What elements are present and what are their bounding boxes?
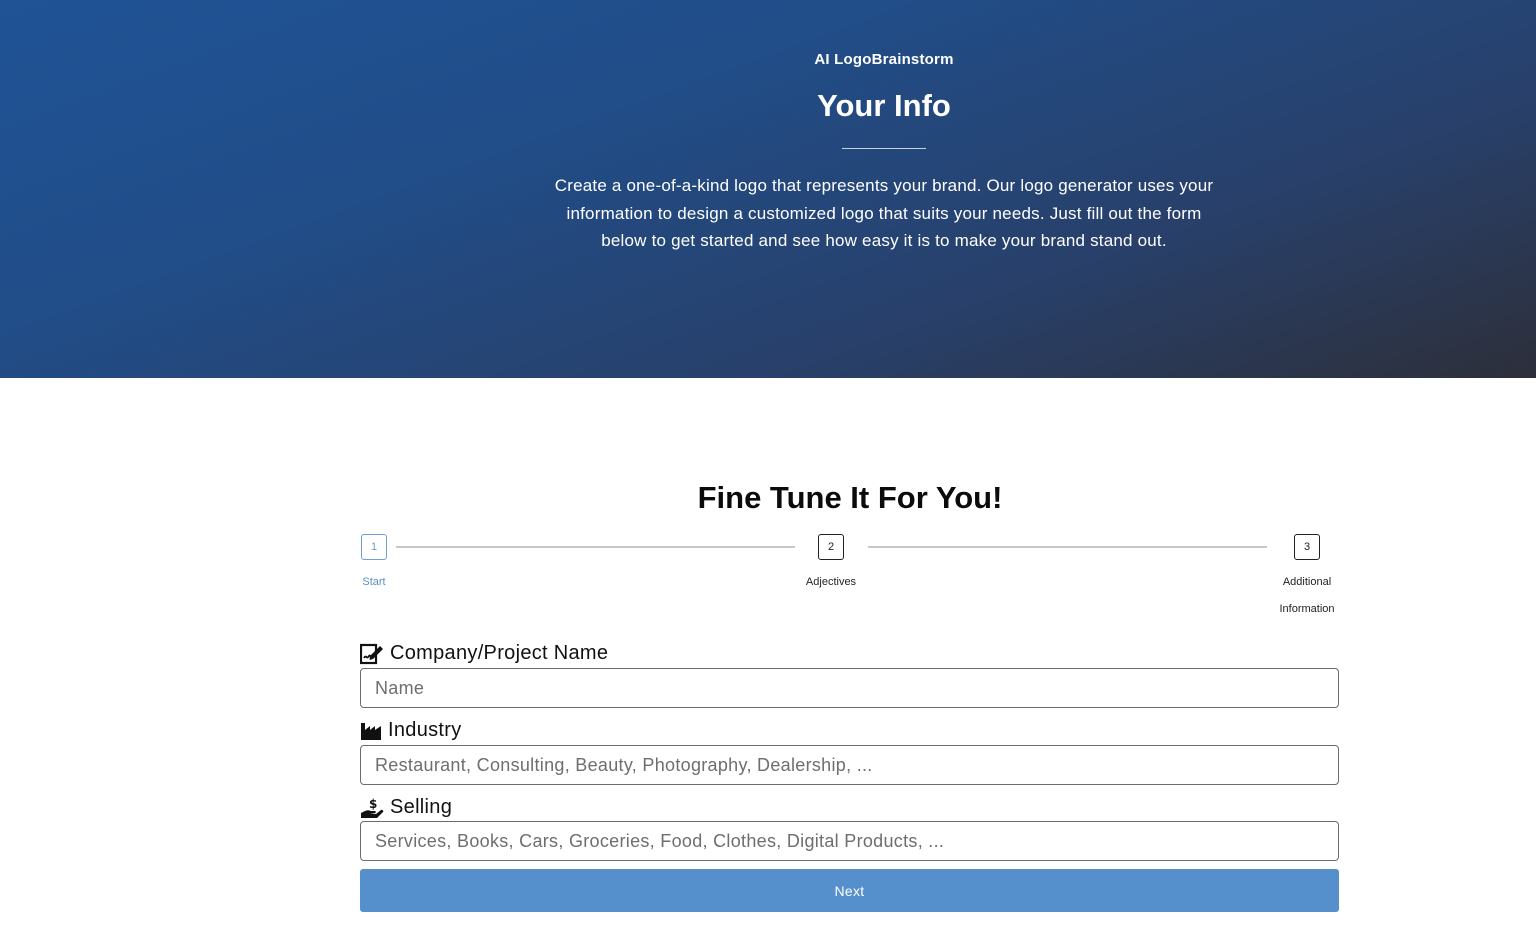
title-divider: [842, 148, 926, 149]
selling-input[interactable]: [360, 821, 1339, 861]
step-2-number[interactable]: 2: [818, 534, 844, 560]
industry-input[interactable]: [360, 745, 1339, 785]
signature-icon: [360, 643, 384, 665]
next-button[interactable]: Next: [360, 869, 1339, 912]
selling-label-text: Selling: [390, 796, 453, 818]
hero-banner: AI LogoBrainstorm Your Info Create a one…: [0, 0, 1536, 378]
hero-description: Create a one-of-a-kind logo that represe…: [554, 176, 1214, 250]
hand-holding-dollar-icon: $: [360, 797, 384, 819]
company-name-input[interactable]: [360, 668, 1339, 708]
industry-label-text: Industry: [388, 719, 462, 741]
step-3-label: Additional Information: [1279, 576, 1335, 615]
step-connector: [396, 546, 795, 548]
form-title: Fine Tune It For You!: [697, 480, 1003, 515]
company-name-label-text: Company/Project Name: [390, 642, 609, 664]
industry-icon: [360, 721, 382, 741]
page-title: Your Info: [817, 88, 951, 123]
svg-text:$: $: [369, 797, 378, 811]
step-1-label: Start: [362, 576, 386, 588]
step-2-label: Adjectives: [805, 576, 857, 588]
step-1-number[interactable]: 1: [361, 534, 387, 560]
step-3-number[interactable]: 3: [1294, 534, 1320, 560]
brand-name: AI LogoBrainstorm: [814, 51, 954, 68]
step-connector: [868, 546, 1267, 548]
industry-label: Industry: [360, 719, 462, 742]
company-name-label: Company/Project Name: [360, 642, 608, 665]
selling-label: $ Selling: [360, 796, 452, 819]
